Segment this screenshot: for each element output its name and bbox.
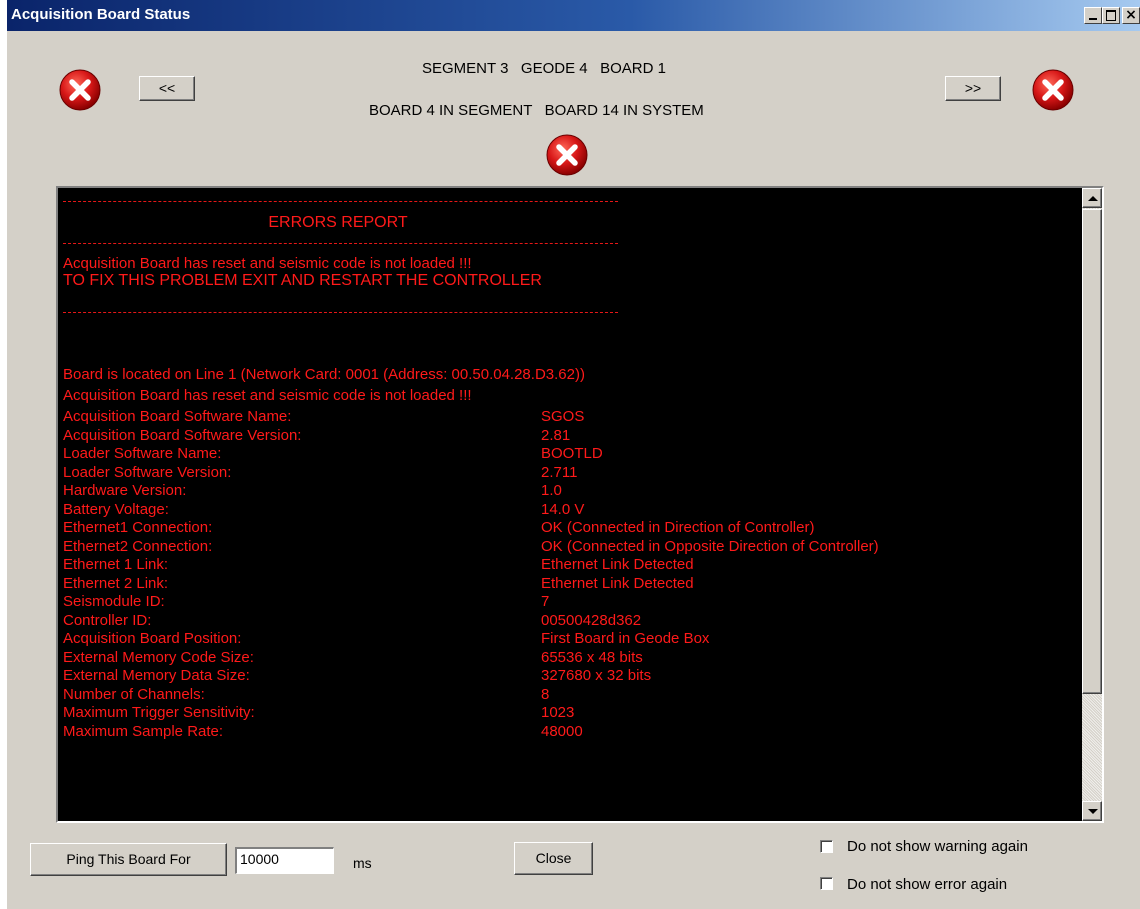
do-not-show-warning-label[interactable]: Do not show warning again	[847, 838, 1028, 855]
info-row-value: 8	[541, 686, 550, 703]
error-message-1: Acquisition Board has reset and seismic …	[63, 255, 472, 272]
info-row-value: 327680 x 32 bits	[541, 667, 652, 684]
info-row-value: OK (Connected in Direction of Controller…	[541, 519, 815, 536]
scroll-thumb[interactable]	[1082, 209, 1102, 694]
info-row-value: 7	[541, 593, 550, 610]
window-title: Acquisition Board Status	[11, 6, 191, 23]
maximize-button[interactable]	[1102, 7, 1120, 24]
info-row-label: Number of Channels:	[63, 686, 205, 703]
info-row-value: First Board in Geode Box	[541, 630, 710, 647]
info-row-value: 14.0 V	[541, 501, 585, 518]
previous-board-button[interactable]: <<	[139, 76, 195, 101]
info-row-value: 2.81	[541, 427, 571, 444]
info-row-value: 65536 x 48 bits	[541, 649, 643, 666]
info-row-label: Controller ID:	[63, 612, 152, 629]
title-bar[interactable]: Acquisition Board Status ×	[7, 0, 1140, 31]
minimize-icon	[1089, 18, 1097, 20]
info-row-value: 48000	[541, 723, 583, 740]
board-location-header: SEGMENT 3 GEODE 4 BOARD 1	[422, 60, 666, 77]
report-title: ERRORS REPORT	[268, 214, 408, 231]
maximize-icon	[1106, 10, 1116, 21]
info-row-label: Acquisition Board Position:	[63, 630, 242, 647]
info-row-label: External Memory Data Size:	[63, 667, 250, 684]
info-row-label: Hardware Version:	[63, 482, 187, 499]
info-row-label: Ethernet 1 Link:	[63, 556, 169, 573]
info-row-value: 1023	[541, 704, 575, 721]
info-row-label: Seismodule ID:	[63, 593, 165, 610]
info-row-label: Battery Voltage:	[63, 501, 169, 518]
info-row-value: Ethernet Link Detected	[541, 556, 694, 573]
info-row-value: BOOTLD	[541, 445, 603, 462]
info-row-value: Ethernet Link Detected	[541, 575, 694, 592]
info-row-label: Ethernet1 Connection:	[63, 519, 213, 536]
info-row-value: OK (Connected in Opposite Direction of C…	[541, 538, 879, 555]
ping-duration-input[interactable]: 10000	[235, 847, 334, 874]
info-row-label: Loader Software Name:	[63, 445, 222, 462]
info-row-value: 00500428d362	[541, 612, 642, 629]
do-not-show-error-label[interactable]: Do not show error again	[847, 876, 1007, 893]
close-window-button[interactable]: ×	[1122, 7, 1140, 24]
arrow-up-icon	[1088, 196, 1098, 201]
ping-board-button[interactable]: Ping This Board For	[30, 843, 227, 876]
info-row-label: Maximum Sample Rate:	[63, 723, 224, 740]
acquisition-board-status-window: Acquisition Board Status × << SEGMENT 3 …	[6, 0, 1140, 909]
location-line: Board is located on Line 1 (Network Card…	[63, 366, 585, 383]
minimize-button[interactable]	[1084, 7, 1102, 24]
info-row-label: Ethernet 2 Link:	[63, 575, 169, 592]
do-not-show-warning-checkbox[interactable]	[820, 840, 833, 853]
scroll-up-button[interactable]	[1082, 188, 1102, 208]
board-position-header: BOARD 4 IN SEGMENT BOARD 14 IN SYSTEM	[369, 102, 704, 119]
arrow-down-icon	[1088, 809, 1098, 814]
error-message-2: TO FIX THIS PROBLEM EXIT AND RESTART THE…	[63, 272, 542, 289]
info-row-label: Loader Software Version:	[63, 464, 232, 481]
info-row-label: Ethernet2 Connection:	[63, 538, 213, 555]
separator	[63, 312, 618, 313]
separator	[63, 201, 618, 202]
errors-report-panel[interactable]: ERRORS REPORT Acquisition Board has rese…	[56, 186, 1104, 823]
info-row-label: External Memory Code Size:	[63, 649, 254, 666]
error-x-icon	[59, 69, 101, 111]
error-x-icon	[1032, 69, 1074, 111]
scroll-down-button[interactable]	[1082, 801, 1102, 821]
do-not-show-error-checkbox[interactable]	[820, 877, 833, 890]
vertical-scrollbar[interactable]	[1082, 188, 1102, 821]
info-row-value: 2.711	[541, 464, 578, 481]
ping-unit-label: ms	[353, 855, 372, 871]
report-content: ERRORS REPORT Acquisition Board has rese…	[58, 188, 1060, 821]
error-x-icon	[546, 134, 588, 176]
info-row-label: Maximum Trigger Sensitivity:	[63, 704, 255, 721]
info-row-value: 1.0	[541, 482, 562, 499]
info-row-label: Acquisition Board Software Name:	[63, 408, 292, 425]
info-row-label: Acquisition Board Software Version:	[63, 427, 302, 444]
next-board-button[interactable]: >>	[945, 76, 1001, 101]
status-line: Acquisition Board has reset and seismic …	[63, 387, 472, 404]
close-icon: ×	[1125, 7, 1137, 23]
separator	[63, 243, 618, 244]
close-button[interactable]: Close	[514, 842, 593, 875]
info-row-value: SGOS	[541, 408, 585, 425]
